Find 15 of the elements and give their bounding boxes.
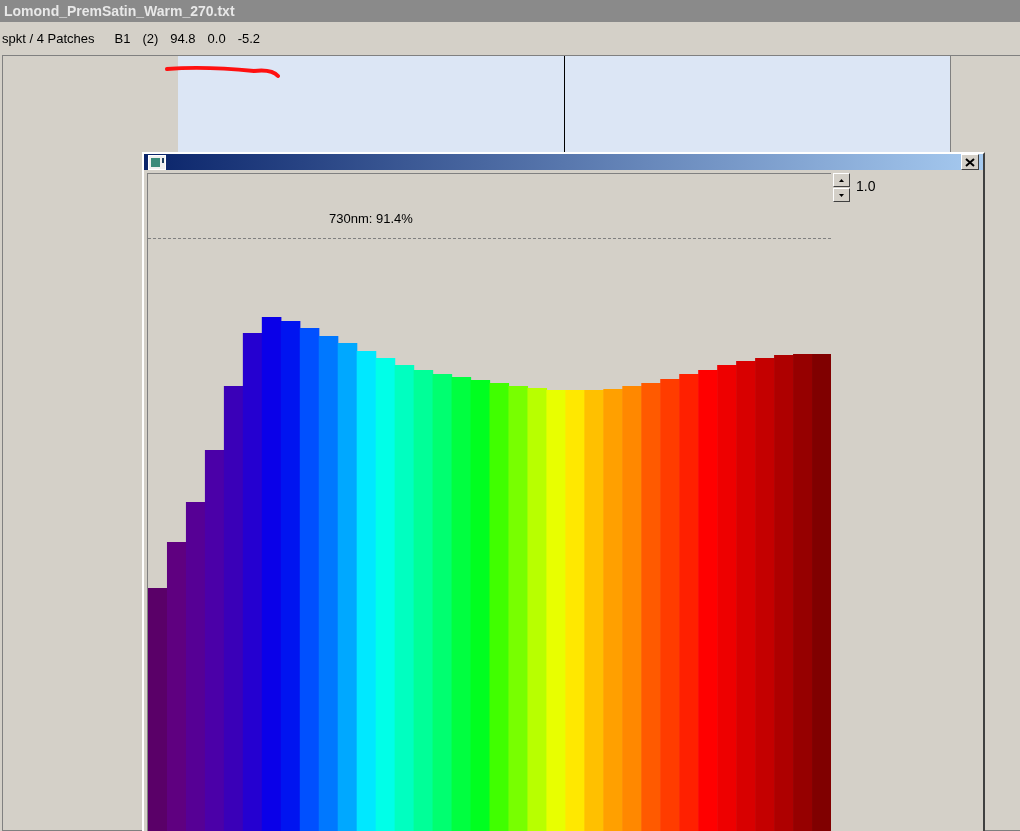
status-text: 0.0: [207, 31, 226, 46]
close-icon: [965, 157, 975, 167]
close-button[interactable]: [961, 154, 979, 170]
status-text: spkt / 4 Patches: [2, 31, 95, 46]
scale-value: 1.0: [856, 177, 876, 196]
window-title: Lomond_PremSatin_Warm_270.txt: [0, 0, 1020, 22]
status-text: (2): [142, 31, 159, 46]
spin-down-button[interactable]: [833, 188, 850, 202]
readout-label: 730nm: 91.4%: [329, 211, 413, 226]
status-text: B1: [114, 31, 131, 46]
down-arrow-icon: [839, 193, 844, 197]
status-text: -5.2: [237, 31, 261, 46]
status-text: 94.8: [170, 31, 196, 46]
up-arrow-icon: [839, 178, 844, 182]
spin-up-button[interactable]: [833, 173, 850, 187]
